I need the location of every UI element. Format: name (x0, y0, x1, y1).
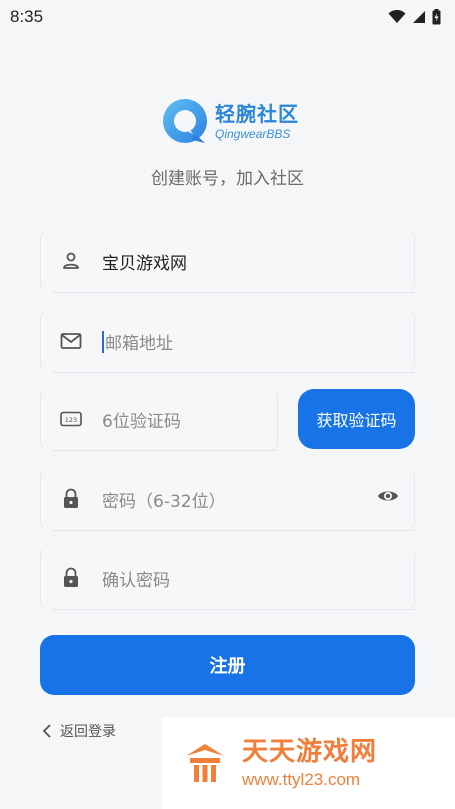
username-value: 宝贝游戏网 (102, 253, 187, 274)
password-placeholder: 密码（6-32位） (102, 491, 226, 512)
chevron-left-icon (42, 724, 51, 738)
divider (52, 292, 415, 293)
divider (52, 530, 415, 531)
battery-icon (432, 9, 441, 25)
status-time: 8:35 (10, 7, 44, 26)
lock-icon (40, 567, 102, 589)
person-icon (40, 251, 102, 271)
signal-icon (413, 11, 425, 23)
wifi-icon (388, 10, 406, 23)
mail-icon (40, 332, 102, 350)
username-field[interactable]: 宝贝游戏网 (40, 229, 415, 293)
email-field[interactable]: 邮箱地址 (40, 309, 415, 373)
register-button[interactable]: 注册 (40, 635, 415, 695)
password-field[interactable]: 密码（6-32位） (40, 467, 415, 531)
watermark-logo-icon (186, 744, 224, 782)
confirm-password-placeholder: 确认密码 (102, 570, 170, 591)
watermark-name: 天天游戏网 (242, 736, 378, 767)
lock-icon (40, 488, 102, 510)
code-field[interactable]: 123 6位验证码 (40, 387, 278, 451)
divider (52, 450, 278, 451)
watermark-url: www.ttyl23.com (242, 769, 361, 789)
logo-name-cn: 轻腕社区 (215, 102, 299, 126)
email-placeholder: 邮箱地址 (102, 329, 173, 354)
svg-text:123: 123 (65, 416, 77, 424)
confirm-password-field[interactable]: 确认密码 (40, 546, 415, 610)
code-placeholder: 6位验证码 (102, 411, 181, 432)
app-logo: 轻腕社区 QingwearBBS (159, 96, 299, 148)
chat-bubble-logo-icon (163, 99, 207, 143)
back-link-label: 返回登录 (60, 724, 116, 740)
divider (52, 372, 415, 373)
status-icons (388, 9, 441, 25)
page-subtitle: 创建账号，加入社区 (151, 169, 304, 189)
get-code-button[interactable]: 获取验证码 (298, 389, 415, 449)
divider (52, 609, 415, 610)
pin-icon: 123 (40, 411, 102, 427)
logo-name-en: QingwearBBS (215, 127, 291, 141)
eye-icon[interactable] (377, 488, 399, 508)
back-to-login-link[interactable]: 返回登录 (42, 721, 116, 741)
watermark: 天天游戏网 www.ttyl23.com (162, 717, 455, 809)
status-bar: 8:35 (0, 0, 455, 34)
